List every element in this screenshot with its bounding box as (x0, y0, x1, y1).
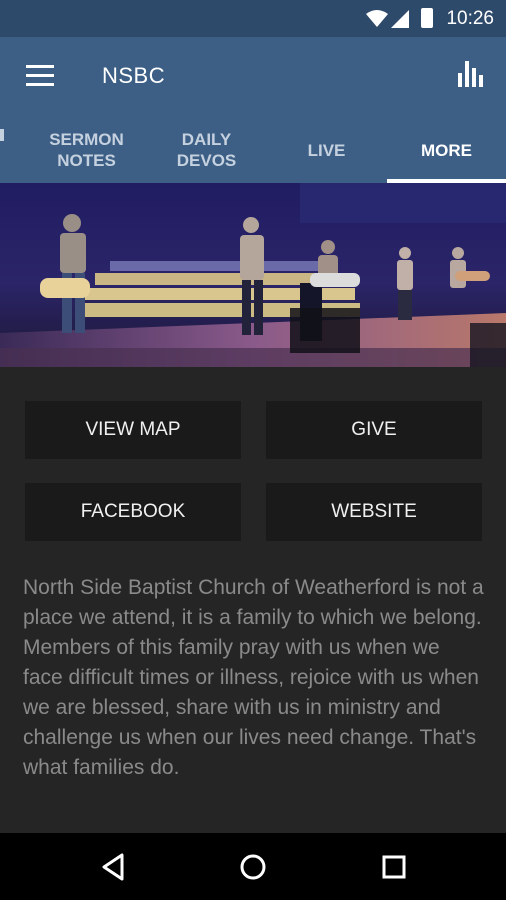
church-description: North Side Baptist Church of Weatherford… (23, 576, 484, 779)
battery-icon (421, 8, 433, 28)
app-title: NSBC (102, 63, 166, 88)
hero-photo (0, 183, 506, 367)
tab-live[interactable]: LIVE (267, 117, 386, 183)
chart-icon[interactable] (456, 59, 486, 89)
menu-icon[interactable] (26, 65, 54, 87)
hero-image (0, 183, 506, 367)
view-map-button[interactable]: VIEW MAP (25, 401, 241, 459)
status-time: 10:26 (446, 8, 494, 29)
facebook-button[interactable]: FACEBOOK (25, 483, 241, 541)
give-button[interactable]: GIVE (266, 401, 482, 459)
website-button[interactable]: WEBSITE (266, 483, 482, 541)
status-bar: 10:26 (0, 0, 506, 37)
content-area: VIEW MAP GIVE FACEBOOK WEBSITE North Sid… (0, 367, 506, 833)
home-icon[interactable] (235, 849, 271, 885)
app-bar: NSBC (0, 37, 506, 117)
tab-sermon-notes[interactable]: SERMON NOTES (27, 117, 146, 183)
tab-more[interactable]: MORE (387, 117, 506, 183)
recents-icon[interactable] (376, 849, 412, 885)
back-icon[interactable] (96, 849, 132, 885)
wifi-icon (366, 10, 388, 27)
system-nav-bar (0, 833, 506, 900)
tab-partial-offscreen (0, 129, 4, 141)
tab-bar: SERMON NOTES DAILY DEVOS LIVE MORE (0, 117, 506, 183)
tab-daily-devos[interactable]: DAILY DEVOS (147, 117, 266, 183)
signal-icon (391, 10, 409, 28)
